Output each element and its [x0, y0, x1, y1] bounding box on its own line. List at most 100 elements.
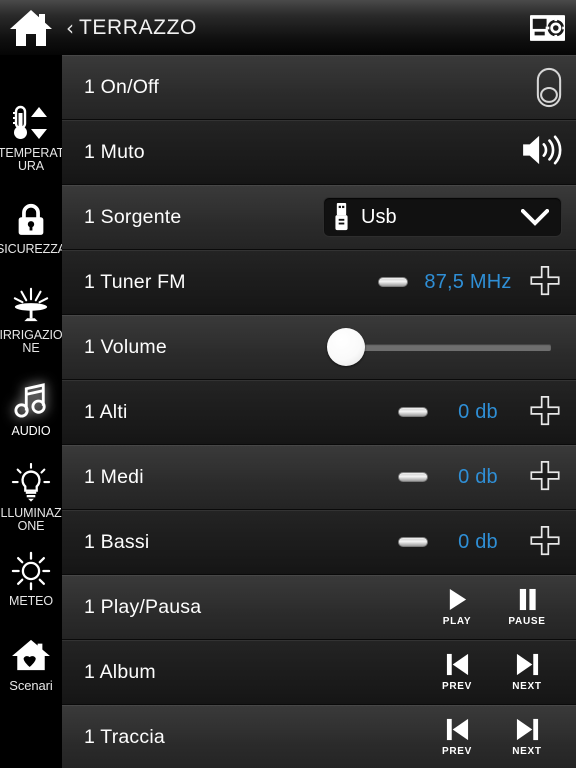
increment-button[interactable]	[528, 395, 562, 429]
row-control	[520, 134, 562, 171]
sidebar-item-audio[interactable]: AUDIO	[0, 378, 62, 438]
sidebar-item-label: TEMPERAT URA	[0, 146, 62, 173]
sidebar-item-temperatura[interactable]: TEMPERAT URA	[0, 100, 62, 173]
transport-button-label: PLAY	[442, 616, 472, 627]
volume-slider[interactable]	[327, 328, 551, 366]
row-control: 0 db	[398, 525, 562, 559]
slider-knob[interactable]	[327, 328, 365, 366]
transport-button-label: PREV	[441, 681, 473, 692]
transport-button-next[interactable]: NEXT	[492, 717, 562, 757]
page-title: TERRAZZO	[79, 15, 197, 39]
stepper-value: 0 db	[458, 530, 498, 553]
slider-track	[345, 343, 551, 351]
list-row-muto[interactable]: 1 Muto	[62, 120, 576, 185]
list-row-traccia[interactable]: 1 Traccia PREV NEXT	[62, 705, 576, 768]
list-row-playpausa[interactable]: 1 Play/Pausa PLAY PAUSE	[62, 575, 576, 640]
music-note-icon	[14, 378, 48, 424]
decrement-button[interactable]	[398, 472, 428, 482]
row-label: 1 Volume	[84, 335, 167, 358]
row-label: 1 Medi	[84, 465, 144, 488]
stepper-value: 87,5 MHz	[424, 270, 512, 293]
row-label: 1 Sorgente	[84, 205, 182, 228]
sidebar-item-illuminazione[interactable]: ILLUMINAZI ONE	[0, 460, 62, 533]
home-heart-icon	[10, 632, 52, 678]
row-label: 1 Tuner FM	[84, 270, 186, 293]
decrement-button[interactable]	[398, 407, 428, 417]
transport-button-label: NEXT	[512, 746, 542, 757]
sprinkler-icon	[10, 282, 52, 328]
row-label: 1 Alti	[84, 400, 128, 423]
stepper-value: 0 db	[458, 400, 498, 423]
speaker-volume-icon[interactable]	[520, 134, 562, 171]
row-label: 1 Bassi	[84, 530, 150, 553]
transport-button-label: PREV	[441, 746, 473, 757]
row-control: Usb	[323, 197, 562, 237]
sidebar-item-label: SICUREZZA	[0, 242, 62, 256]
home-icon[interactable]	[8, 7, 54, 49]
dropdown-value: Usb	[361, 205, 397, 228]
list-row-onoff[interactable]: 1 On/Off	[62, 55, 576, 120]
sidebar-item-label: ILLUMINAZI ONE	[0, 506, 62, 533]
skip-previous-icon	[445, 717, 470, 742]
row-label: 1 On/Off	[84, 75, 159, 98]
sidebar-item-label: AUDIO	[11, 424, 51, 438]
row-label: 1 Play/Pausa	[84, 595, 202, 618]
transport-button-next[interactable]: NEXT	[492, 652, 562, 692]
lightbulb-icon	[11, 460, 51, 506]
transport-button-play[interactable]: PLAY	[422, 587, 492, 627]
control-panel-icon[interactable]	[530, 14, 565, 41]
controls-list: 1 On/Off 1 Muto 1 Sorgente Usb 1 Tuner F…	[62, 55, 576, 768]
pause-icon	[516, 587, 539, 612]
sidebar-item-label: IRRIGAZIO NE	[0, 328, 62, 355]
row-control: PLAY PAUSE	[422, 587, 562, 627]
usb-icon	[334, 203, 349, 231]
transport-button-prev[interactable]: PREV	[422, 652, 492, 692]
lock-icon	[16, 196, 46, 242]
row-label: 1 Muto	[84, 140, 145, 163]
back-chevron-icon[interactable]: ‹	[66, 18, 74, 38]
transport-button-pause[interactable]: PAUSE	[492, 587, 562, 627]
play-icon	[446, 587, 469, 612]
row-control: 0 db	[398, 395, 562, 429]
chevron-down-icon[interactable]	[521, 208, 549, 226]
list-row-bassi[interactable]: 1 Bassi 0 db	[62, 510, 576, 575]
sidebar-item-sicurezza[interactable]: SICUREZZA	[0, 196, 62, 256]
increment-button[interactable]	[528, 265, 562, 299]
sidebar-item-label: Scenari	[9, 678, 53, 693]
list-row-volume[interactable]: 1 Volume	[62, 315, 576, 380]
sidebar: TEMPERAT URA SICUREZZA IRRIGAZIO NE AUDI…	[0, 55, 62, 768]
toggle-off-icon[interactable]	[536, 67, 562, 108]
sidebar-item-meteo[interactable]: METEO	[0, 548, 62, 608]
row-control: 87,5 MHz	[378, 265, 562, 299]
increment-button[interactable]	[528, 460, 562, 494]
row-label: 1 Traccia	[84, 725, 165, 748]
decrement-button[interactable]	[378, 277, 408, 287]
row-control: PREV NEXT	[422, 717, 562, 757]
list-row-alti[interactable]: 1 Alti 0 db	[62, 380, 576, 445]
source-dropdown[interactable]: Usb	[323, 197, 562, 237]
row-control: PREV NEXT	[422, 652, 562, 692]
sun-icon	[11, 548, 51, 594]
transport-button-label: NEXT	[512, 681, 542, 692]
increment-button[interactable]	[528, 525, 562, 559]
skip-previous-icon	[445, 652, 470, 677]
sidebar-item-irrigazione[interactable]: IRRIGAZIO NE	[0, 282, 62, 355]
app-header: ‹ TERRAZZO	[0, 0, 576, 55]
transport-button-label: PAUSE	[508, 616, 546, 627]
sidebar-item-label: METEO	[9, 594, 53, 608]
row-control: 0 db	[398, 460, 562, 494]
list-row-medi[interactable]: 1 Medi 0 db	[62, 445, 576, 510]
audio-control-screen: ‹ TERRAZZO TEMPERAT URA SICUREZZA IRRIGA…	[0, 0, 576, 768]
row-label: 1 Album	[84, 660, 156, 683]
list-row-album[interactable]: 1 Album PREV NEXT	[62, 640, 576, 705]
row-control	[327, 328, 562, 366]
sidebar-item-scenari[interactable]: Scenari	[0, 632, 62, 692]
skip-next-icon	[515, 717, 540, 742]
stepper-value: 0 db	[458, 465, 498, 488]
row-control	[536, 67, 562, 108]
decrement-button[interactable]	[398, 537, 428, 547]
list-row-sorgente[interactable]: 1 Sorgente Usb	[62, 185, 576, 250]
transport-button-prev[interactable]: PREV	[422, 717, 492, 757]
skip-next-icon	[515, 652, 540, 677]
list-row-tuner[interactable]: 1 Tuner FM 87,5 MHz	[62, 250, 576, 315]
